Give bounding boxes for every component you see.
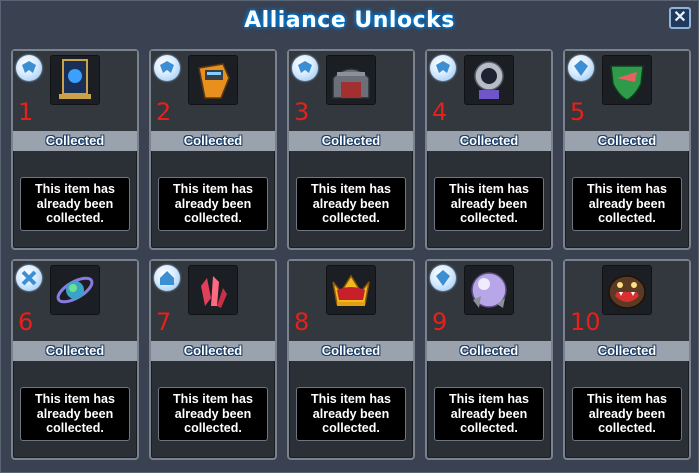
status-message: This item has already been collected. xyxy=(158,387,268,441)
status-message: This item has already been collected. xyxy=(434,177,544,231)
red-crystal-icon xyxy=(188,265,238,315)
status-label: Collected xyxy=(13,341,137,361)
status-message: This item has already been collected. xyxy=(20,387,130,441)
item-number: 3 xyxy=(294,98,310,126)
status-label: Collected xyxy=(151,131,275,151)
crystal-badge-icon xyxy=(430,265,456,291)
planet-ring-icon xyxy=(50,265,100,315)
aqua-crest-badge-icon xyxy=(430,55,456,81)
card-header: 9 xyxy=(427,261,551,341)
close-button[interactable]: ✕ xyxy=(669,7,691,29)
unlock-card-2[interactable]: 2 Collected This item has already been c… xyxy=(149,49,277,250)
card-header: 10 xyxy=(565,261,689,341)
gold-crown-icon xyxy=(326,265,376,315)
unlock-card-1[interactable]: 1 Collected This item has already been c… xyxy=(11,49,139,250)
crystal-badge-icon xyxy=(568,55,594,81)
status-message: This item has already been collected. xyxy=(434,387,544,441)
monster-creature-icon xyxy=(602,265,652,315)
status-message: This item has already been collected. xyxy=(158,177,268,231)
aqua-crest-badge-icon xyxy=(16,55,42,81)
item-number: 1 xyxy=(18,98,34,126)
status-message: This item has already been collected. xyxy=(572,387,682,441)
status-message: This item has already been collected. xyxy=(296,387,406,441)
card-header: 7 xyxy=(151,261,275,341)
unlock-card-10[interactable]: 10 Collected This item has already been … xyxy=(563,259,691,460)
status-message: This item has already been collected. xyxy=(296,177,406,231)
status-label: Collected xyxy=(151,341,275,361)
cross-badge-icon xyxy=(16,265,42,291)
item-number: 6 xyxy=(18,308,34,336)
alliance-banner-icon xyxy=(50,55,100,105)
aqua-crest-badge-icon xyxy=(154,55,180,81)
item-number: 9 xyxy=(432,308,448,336)
card-header: 3 xyxy=(289,51,413,131)
status-message: This item has already been collected. xyxy=(20,177,130,231)
status-label: Collected xyxy=(427,131,551,151)
card-header: 2 xyxy=(151,51,275,131)
green-shield-emblem-icon xyxy=(602,55,652,105)
status-label: Collected xyxy=(13,131,137,151)
card-header: 4 xyxy=(427,51,551,131)
unlock-card-8[interactable]: 8 Collected This item has already been c… xyxy=(287,259,415,460)
item-number: 10 xyxy=(570,308,601,336)
item-number: 8 xyxy=(294,308,310,336)
unlock-card-7[interactable]: 7 Collected This item has already been c… xyxy=(149,259,277,460)
card-header: 5 xyxy=(565,51,689,131)
card-header: 1 xyxy=(13,51,137,131)
orange-robot-drone-icon xyxy=(188,55,238,105)
unlock-card-5[interactable]: 5 Collected This item has already been c… xyxy=(563,49,691,250)
aqua-crest-badge-icon xyxy=(292,55,318,81)
unlocks-grid: 1 Collected This item has already been c… xyxy=(11,49,691,465)
item-number: 7 xyxy=(156,308,172,336)
house-badge-icon xyxy=(154,265,180,291)
alliance-unlocks-window: Alliance Unlocks ✕ 1 Collected This item… xyxy=(0,0,699,473)
card-header: 8 xyxy=(289,261,413,341)
status-label: Collected xyxy=(427,341,551,361)
item-number: 4 xyxy=(432,98,448,126)
astronaut-pod-icon xyxy=(464,55,514,105)
window-title: Alliance Unlocks xyxy=(244,8,455,33)
status-label: Collected xyxy=(289,341,413,361)
card-header: 6 xyxy=(13,261,137,341)
status-label: Collected xyxy=(565,341,689,361)
unlock-card-3[interactable]: 3 Collected This item has already been c… xyxy=(287,49,415,250)
unlock-card-6[interactable]: 6 Collected This item has already been c… xyxy=(11,259,139,460)
status-message: This item has already been collected. xyxy=(572,177,682,231)
item-number: 5 xyxy=(570,98,586,126)
unlock-card-9[interactable]: 9 Collected This item has already been c… xyxy=(425,259,553,460)
item-number: 2 xyxy=(156,98,172,126)
unlock-card-4[interactable]: 4 Collected This item has already been c… xyxy=(425,49,553,250)
close-icon: ✕ xyxy=(673,9,687,26)
hangar-building-icon xyxy=(326,55,376,105)
status-label: Collected xyxy=(565,131,689,151)
crystal-orb-icon xyxy=(464,265,514,315)
status-label: Collected xyxy=(289,131,413,151)
